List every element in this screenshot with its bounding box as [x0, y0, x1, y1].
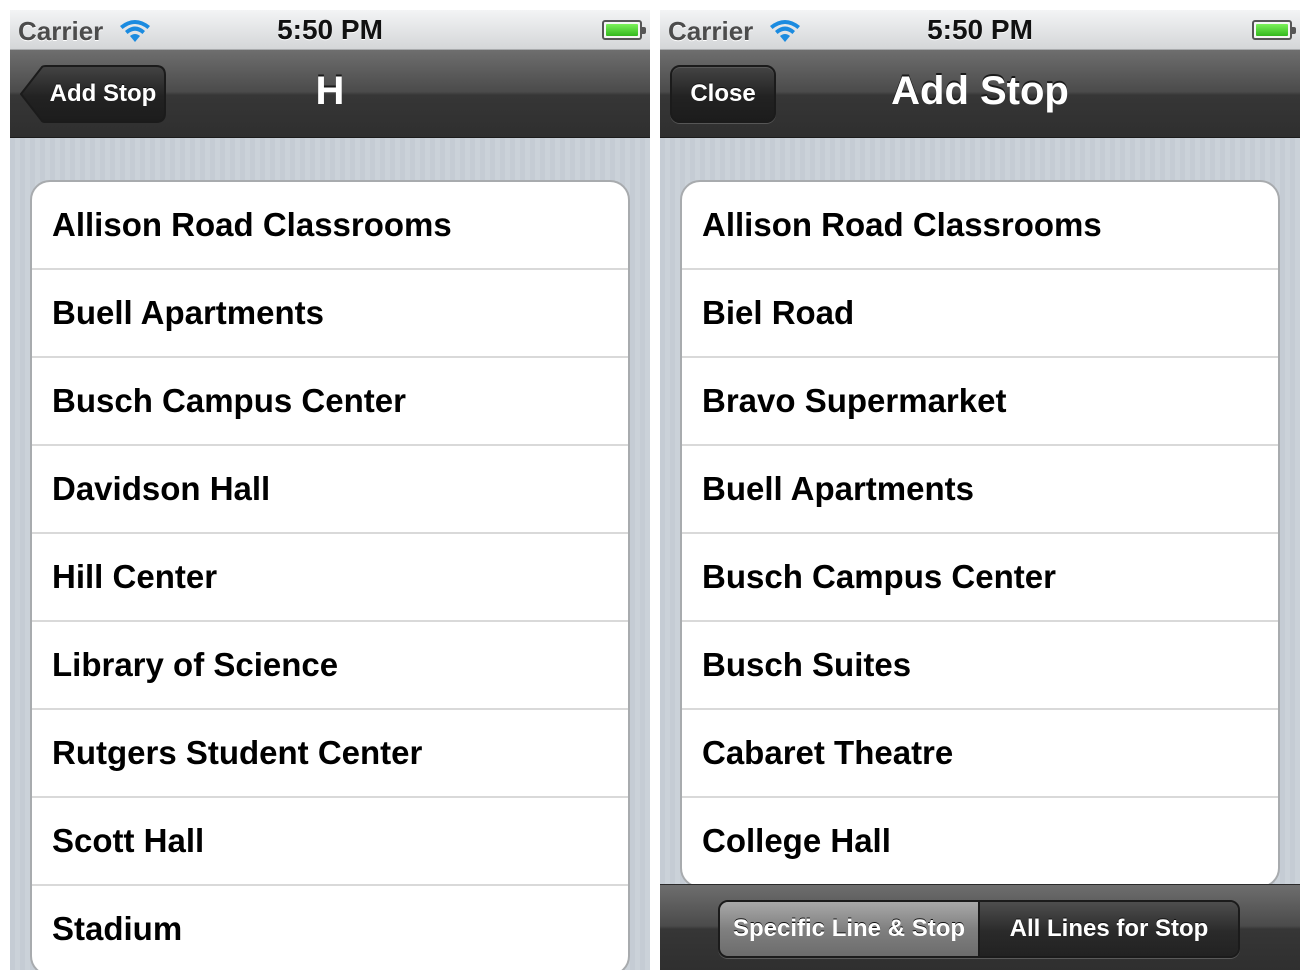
stop-row[interactable]: Scott Hall [32, 798, 628, 886]
stop-row[interactable]: Busch Suites [682, 622, 1278, 710]
stop-row[interactable]: Busch Campus Center [32, 358, 628, 446]
battery-icon [602, 20, 646, 40]
bottom-toolbar: Specific Line & Stop All Lines for Stop [660, 884, 1300, 970]
stop-row[interactable]: Allison Road Classrooms [32, 182, 628, 270]
status-time: 5:50 PM [277, 14, 383, 45]
segment-specific-line-stop[interactable]: Specific Line & Stop [720, 902, 980, 956]
add-stop-screen: Carrier 5:50 PM Close Add Stop Allison R… [660, 10, 1300, 970]
navigation-bar: Close Add Stop [660, 50, 1300, 138]
stop-row[interactable]: Library of Science [32, 622, 628, 710]
stop-row[interactable]: Hill Center [32, 534, 628, 622]
stop-row[interactable]: Buell Apartments [32, 270, 628, 358]
page-title: Add Stop [891, 69, 1069, 113]
status-bar: Carrier 5:50 PM [660, 10, 1300, 50]
stop-row[interactable]: Biel Road [682, 270, 1278, 358]
stops-table: Allison Road Classrooms Biel Road Bravo … [680, 180, 1280, 888]
stop-row[interactable]: Allison Road Classrooms [682, 182, 1278, 270]
status-bar: Carrier 5:50 PM [10, 10, 650, 50]
segment-all-lines-for-stop[interactable]: All Lines for Stop [980, 902, 1238, 956]
battery-icon [1252, 20, 1296, 40]
status-time: 5:50 PM [927, 14, 1033, 45]
stop-row[interactable]: Davidson Hall [32, 446, 628, 534]
page-title: H [315, 69, 345, 113]
navigation-bar: Add Stop H [10, 50, 650, 138]
stops-table: Allison Road Classrooms Buell Apartments… [30, 180, 630, 970]
stop-row[interactable]: Stadium [32, 886, 628, 970]
stop-row[interactable]: Bravo Supermarket [682, 358, 1278, 446]
stop-row[interactable]: Busch Campus Center [682, 534, 1278, 622]
stop-row[interactable]: Rutgers Student Center [32, 710, 628, 798]
stops-list-screen: Carrier 5:50 PM Add Stop H Allison Road … [10, 10, 650, 970]
stop-row[interactable]: Cabaret Theatre [682, 710, 1278, 798]
stop-row[interactable]: Buell Apartments [682, 446, 1278, 534]
stop-row[interactable]: College Hall [682, 798, 1278, 886]
mode-segmented-control: Specific Line & Stop All Lines for Stop [718, 900, 1240, 958]
